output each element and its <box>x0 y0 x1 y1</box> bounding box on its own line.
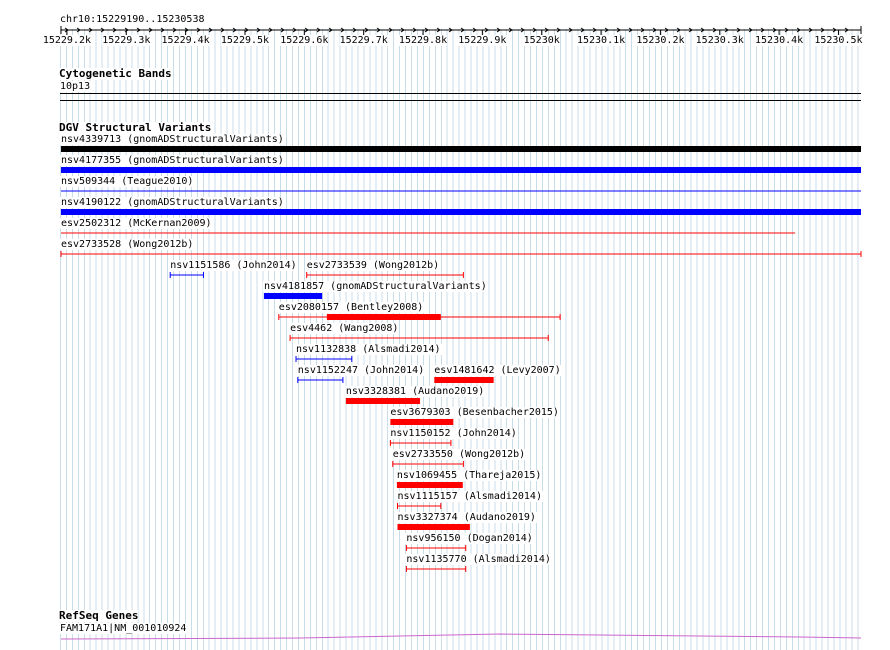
ruler-tick-label: 15230k <box>523 35 560 46</box>
dgv-feature-label[interactable]: nsv3328381 (Audano2019) <box>344 386 486 397</box>
ruler-tick-label: 15229.4k <box>161 35 210 46</box>
cytoband-label[interactable]: 10p13 <box>59 81 92 92</box>
dgv-feature-label[interactable]: nsv4181857 (gnomADStructuralVariants) <box>262 281 488 292</box>
dgv-feature-bar <box>61 167 861 173</box>
browser-canvas <box>60 26 862 640</box>
ruler-tick-label: 15229.8k <box>398 35 448 46</box>
ruler-tick-label: 15230.2k <box>636 35 685 46</box>
dgv-feature-label[interactable]: esv1481642 (Levy2007) <box>433 365 562 376</box>
dgv-feature-bar <box>61 209 861 215</box>
dgv-feature-bar <box>390 419 454 425</box>
dgv-feature-label[interactable]: nsv1135770 (Alsmadi2014) <box>405 554 552 565</box>
refseq-track-title[interactable]: RefSeq Genes <box>59 610 139 622</box>
dgv-feature-label[interactable]: esv4462 (Wang2008) <box>289 323 400 334</box>
ruler-tick-label: 15229.6k <box>280 35 329 46</box>
ruler-tick-label: 15229.5k <box>220 35 270 46</box>
dgv-feature-label[interactable]: nsv1151586 (John2014) <box>169 260 298 271</box>
dgv-feature-bar <box>61 146 861 152</box>
ruler-tick-label: 15230.1k <box>576 35 626 46</box>
dgv-feature-bar <box>396 482 463 488</box>
dgv-feature-label[interactable]: nsv1152247 (John2014) <box>296 365 426 376</box>
dgv-feature-label[interactable]: nsv1132838 (Alsmadi2014) <box>295 344 442 355</box>
ruler-tick-label: 15229.7k <box>339 35 388 46</box>
dgv-feature-label[interactable]: nsv4190122 (gnomADStructuralVariants) <box>60 197 285 208</box>
ruler-tick-label: 15230.5k <box>814 35 863 46</box>
dgv-feature-label[interactable]: nsv4339713 (gnomADStructuralVariants) <box>60 134 285 145</box>
dgv-feature-label[interactable]: nsv3327374 (Audano2019) <box>396 512 537 523</box>
dgv-feature-label[interactable]: esv2080157 (Bentley2008) <box>277 302 425 313</box>
dgv-track-title[interactable]: DGV Structural Variants <box>59 122 212 134</box>
dgv-feature-bar <box>345 398 421 404</box>
ruler-tick-label: 15229.9k <box>458 35 507 46</box>
refseq-gene-line <box>60 633 862 640</box>
dgv-feature-bar <box>397 524 470 530</box>
dgv-feature-bar <box>263 293 323 299</box>
ruler-tick-label: 15229.2k <box>42 35 92 46</box>
dgv-feature-label[interactable]: esv2733539 (Wong2012b) <box>305 260 441 271</box>
dgv-feature-bar <box>326 314 441 320</box>
dgv-feature-label[interactable]: esv2733550 (Wong2012b) <box>391 449 527 460</box>
dgv-feature-label[interactable]: nsv956150 (Dogan2014) <box>405 533 534 544</box>
dgv-feature-label[interactable]: nsv1069455 (Thareja2015) <box>395 470 543 481</box>
dgv-feature-label[interactable]: nsv4177355 (gnomADStructuralVariants) <box>60 155 285 166</box>
ruler-tick-label: 15229.3k <box>102 35 151 46</box>
dgv-feature-label[interactable]: nsv1150152 (John2014) <box>389 428 518 439</box>
dgv-feature-bar <box>434 377 494 383</box>
dgv-feature-label[interactable]: nsv509344 (Teague2010) <box>60 176 195 187</box>
refseq-gene-label[interactable]: FAM171A1|NM_001010924 <box>59 623 188 634</box>
dgv-feature-label[interactable]: nsv1115157 (Alsmadi2014) <box>396 491 543 502</box>
ruler-tick-label: 15230.4k <box>755 35 804 46</box>
dgv-feature-label[interactable]: esv2502312 (McKernan2009) <box>60 218 213 229</box>
dgv-feature-label[interactable]: esv2733528 (Wong2012b) <box>60 239 195 250</box>
ruler-tick-label: 15230.3k <box>695 35 744 46</box>
dgv-feature-label[interactable]: esv3679303 (Besenbacher2015) <box>389 407 560 418</box>
location-label: chr10:15229190..15230538 <box>60 14 205 25</box>
cytoband-track-title[interactable]: Cytogenetic Bands <box>59 68 172 80</box>
